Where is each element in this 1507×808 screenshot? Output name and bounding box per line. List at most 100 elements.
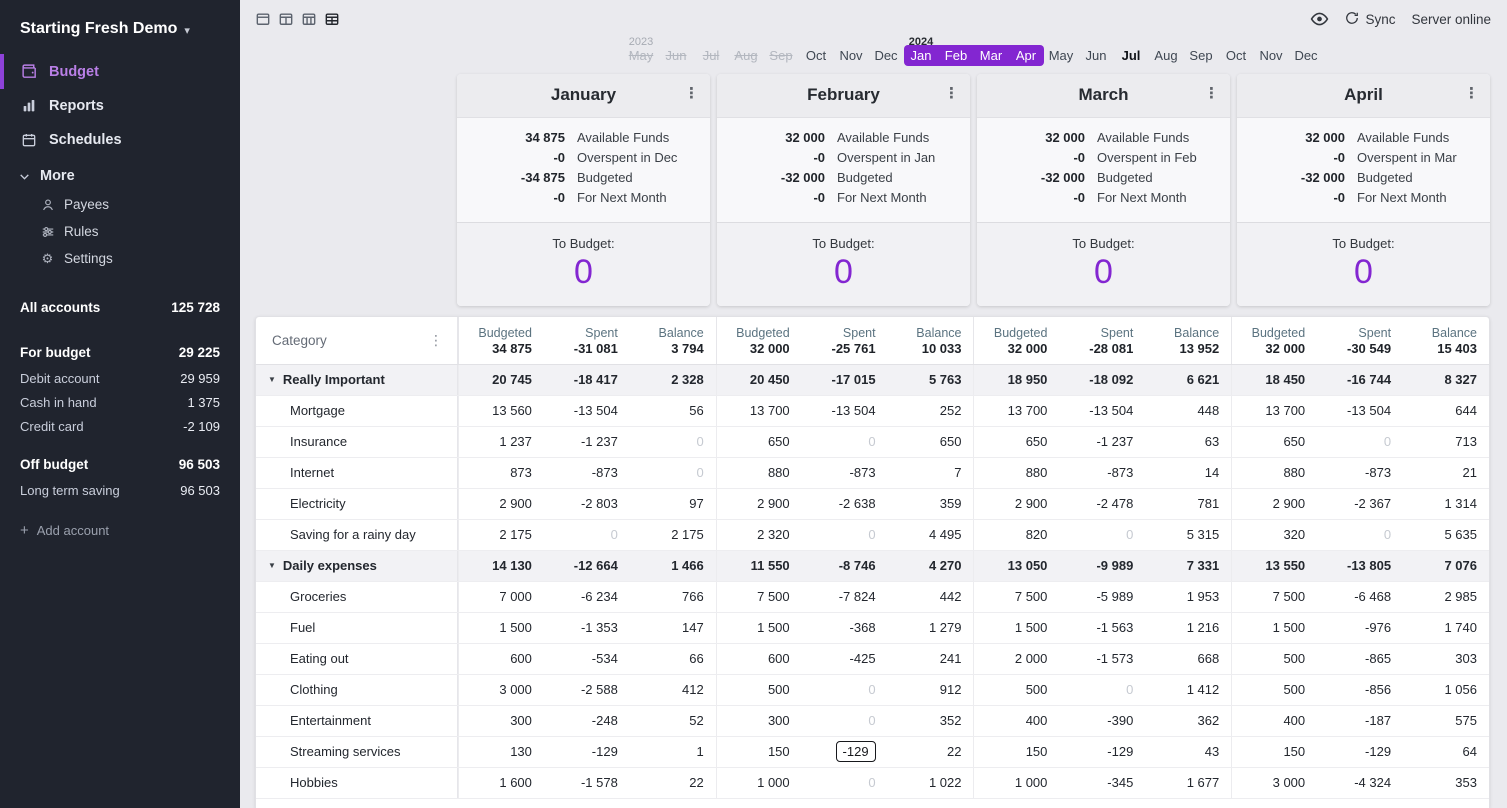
category-name[interactable]: Hobbies (256, 768, 458, 798)
sync-button[interactable]: Sync (1345, 11, 1395, 28)
sidebar-item-budget[interactable]: Budget (0, 54, 240, 89)
account-group-for-budget[interactable]: For budget 29 225 (0, 341, 240, 367)
category-name[interactable]: ▼Really Important (256, 365, 458, 395)
budget-cell[interactable]: 13 050 (973, 551, 1059, 581)
budget-cell[interactable]: 97 (630, 489, 716, 519)
budget-cell[interactable]: -2 638 (802, 489, 888, 519)
budget-cell[interactable]: -873 (544, 458, 630, 488)
budget-cell[interactable]: 1 412 (1145, 675, 1231, 705)
budget-cell[interactable]: 150 (716, 737, 802, 767)
month-nav-item-oct-17[interactable]: Oct (1219, 45, 1254, 66)
budget-cell[interactable]: 873 (458, 458, 544, 488)
budget-cell[interactable]: -17 015 (802, 365, 888, 395)
budget-cell[interactable]: -1 578 (544, 768, 630, 798)
budget-cell[interactable]: 1 740 (1403, 613, 1489, 643)
month-nav-item-aug-15[interactable]: Aug (1149, 45, 1184, 66)
budget-cell[interactable]: 0 (630, 458, 716, 488)
budget-cell[interactable]: 2 985 (1403, 582, 1489, 612)
budget-cell[interactable]: -12 664 (544, 551, 630, 581)
view-3-months-icon[interactable] (300, 11, 318, 27)
budget-cell[interactable]: -865 (1317, 644, 1403, 674)
month-nav-item-nov-18[interactable]: Nov (1254, 45, 1289, 66)
sidebar-item-payees[interactable]: Payees (0, 191, 240, 218)
column-header-balance[interactable]: Balance3 794 (630, 317, 716, 364)
category-name[interactable]: Insurance (256, 427, 458, 457)
budget-cell[interactable]: 2 320 (716, 520, 802, 550)
month-nav-item-dec-7[interactable]: Dec (869, 45, 904, 66)
budget-cell[interactable]: 14 (1145, 458, 1231, 488)
category-name[interactable]: Fuel (256, 613, 458, 643)
budget-cell[interactable]: -187 (1317, 706, 1403, 736)
budget-cell[interactable]: -345 (1059, 768, 1145, 798)
budget-cell[interactable]: 18 950 (973, 365, 1059, 395)
budget-cell[interactable]: 300 (458, 706, 544, 736)
budget-cell[interactable]: 1 000 (973, 768, 1059, 798)
budget-cell[interactable]: -5 989 (1059, 582, 1145, 612)
budget-cell[interactable]: -4 324 (1317, 768, 1403, 798)
budget-cell[interactable]: 7 500 (1231, 582, 1317, 612)
budget-cell[interactable]: 575 (1403, 706, 1489, 736)
to-budget-section[interactable]: To Budget: 0 (717, 222, 970, 306)
budget-cell[interactable]: -2 803 (544, 489, 630, 519)
budget-cell[interactable]: -8 746 (802, 551, 888, 581)
category-name[interactable]: ▼Daily expenses (256, 551, 458, 581)
budget-cell[interactable]: 7 331 (1145, 551, 1231, 581)
collapse-arrow-icon[interactable]: ▼ (268, 365, 276, 395)
column-header-budgeted[interactable]: Budgeted32 000 (716, 317, 802, 364)
month-nav-item-apr-11[interactable]: Apr (1009, 45, 1044, 66)
budget-cell[interactable]: 2 175 (630, 520, 716, 550)
budget-cell[interactable]: 448 (1145, 396, 1231, 426)
budget-cell[interactable]: 880 (716, 458, 802, 488)
budget-cell[interactable]: 650 (716, 427, 802, 457)
budget-cell[interactable]: 650 (973, 427, 1059, 457)
budget-cell[interactable]: 2 900 (973, 489, 1059, 519)
budget-cell[interactable]: 303 (1403, 644, 1489, 674)
sidebar-more-toggle[interactable]: More (0, 157, 240, 191)
month-nav-item-may-12[interactable]: May (1044, 45, 1079, 66)
budget-cell[interactable]: 650 (1231, 427, 1317, 457)
category-name[interactable]: Groceries (256, 582, 458, 612)
to-budget-section[interactable]: To Budget: 0 (1237, 222, 1490, 306)
budget-cell[interactable]: 4 495 (888, 520, 974, 550)
sidebar-item-debit-account[interactable]: Debit account 29 959 (0, 367, 240, 391)
budget-cell[interactable]: 150 (1231, 737, 1317, 767)
budget-cell[interactable]: 0 (802, 768, 888, 798)
budget-cell[interactable]: 1 (630, 737, 716, 767)
budget-cell[interactable]: 56 (630, 396, 716, 426)
budget-cell[interactable]: 150 (973, 737, 1059, 767)
privacy-eye-icon[interactable] (1310, 12, 1329, 26)
budget-cell[interactable]: 600 (458, 644, 544, 674)
budget-cell[interactable]: -16 744 (1317, 365, 1403, 395)
budget-cell[interactable]: -129 (544, 737, 630, 767)
budget-cell[interactable]: -9 989 (1059, 551, 1145, 581)
view-2-months-icon[interactable] (277, 11, 295, 27)
budget-cell[interactable]: 7 500 (973, 582, 1059, 612)
budget-cell[interactable]: 2 000 (973, 644, 1059, 674)
budget-cell[interactable]: 2 900 (458, 489, 544, 519)
budget-cell[interactable]: 0 (1059, 520, 1145, 550)
budget-cell[interactable]: -425 (802, 644, 888, 674)
budget-cell[interactable]: -129 (802, 737, 888, 767)
column-header-balance[interactable]: Balance13 952 (1145, 317, 1231, 364)
sidebar-item-all-accounts[interactable]: All accounts 125 728 (0, 296, 240, 327)
budget-cell[interactable]: 1 500 (1231, 613, 1317, 643)
budget-cell[interactable]: 1 022 (888, 768, 974, 798)
budget-cell[interactable]: 7 000 (458, 582, 544, 612)
month-nav-item-jul-14[interactable]: Jul (1114, 45, 1149, 66)
budget-cell[interactable]: -13 504 (1059, 396, 1145, 426)
month-menu-icon[interactable]: ⋮ (1464, 84, 1479, 102)
budget-cell[interactable]: 5 763 (888, 365, 974, 395)
budget-cell[interactable]: 1 279 (888, 613, 974, 643)
budget-cell[interactable]: 4 270 (888, 551, 974, 581)
budget-cell[interactable]: 1 500 (716, 613, 802, 643)
budget-cell[interactable]: -856 (1317, 675, 1403, 705)
budget-cell[interactable]: 644 (1403, 396, 1489, 426)
sidebar-item-cash-in-hand[interactable]: Cash in hand 1 375 (0, 391, 240, 415)
budget-cell[interactable]: -873 (802, 458, 888, 488)
month-nav-item-sep-4[interactable]: Sep (764, 45, 799, 66)
month-nav-item-dec-19[interactable]: Dec (1289, 45, 1324, 66)
budget-cell[interactable]: 1 500 (973, 613, 1059, 643)
sidebar-item-long-term-saving[interactable]: Long term saving 96 503 (0, 479, 240, 503)
budget-cell[interactable]: -873 (1317, 458, 1403, 488)
budget-cell[interactable]: -248 (544, 706, 630, 736)
